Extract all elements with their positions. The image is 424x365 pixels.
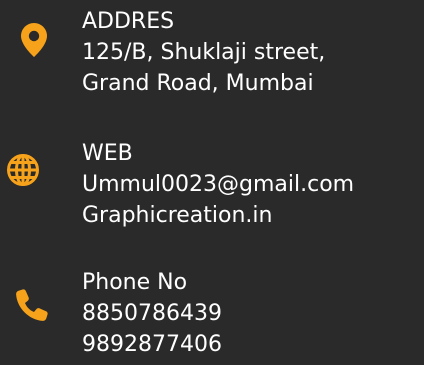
email-link[interactable]: Ummul0023@gmail.com — [82, 169, 354, 200]
web-label: WEB — [82, 141, 133, 166]
address-text: ADDRES 125/B, Shuklaji street, Grand Roa… — [82, 6, 325, 99]
address-line-1: 125/B, Shuklaji street, — [82, 40, 326, 65]
address-line-2: Grand Road, Mumbai — [82, 71, 314, 96]
phone-text: Phone No 8850786439 9892877406 — [82, 267, 222, 360]
phone-label: Phone No — [82, 270, 188, 295]
phone-number-2[interactable]: 9892877406 — [82, 329, 222, 360]
phone-number-1[interactable]: 8850786439 — [82, 298, 222, 329]
phone-icon — [13, 287, 49, 323]
website-link[interactable]: Graphicreation.in — [82, 200, 354, 231]
location-pin-icon — [16, 22, 52, 58]
web-text: WEB Ummul0023@gmail.com Graphicreation.i… — [82, 138, 354, 231]
globe-icon — [5, 152, 41, 188]
address-label: ADDRES — [82, 9, 175, 34]
